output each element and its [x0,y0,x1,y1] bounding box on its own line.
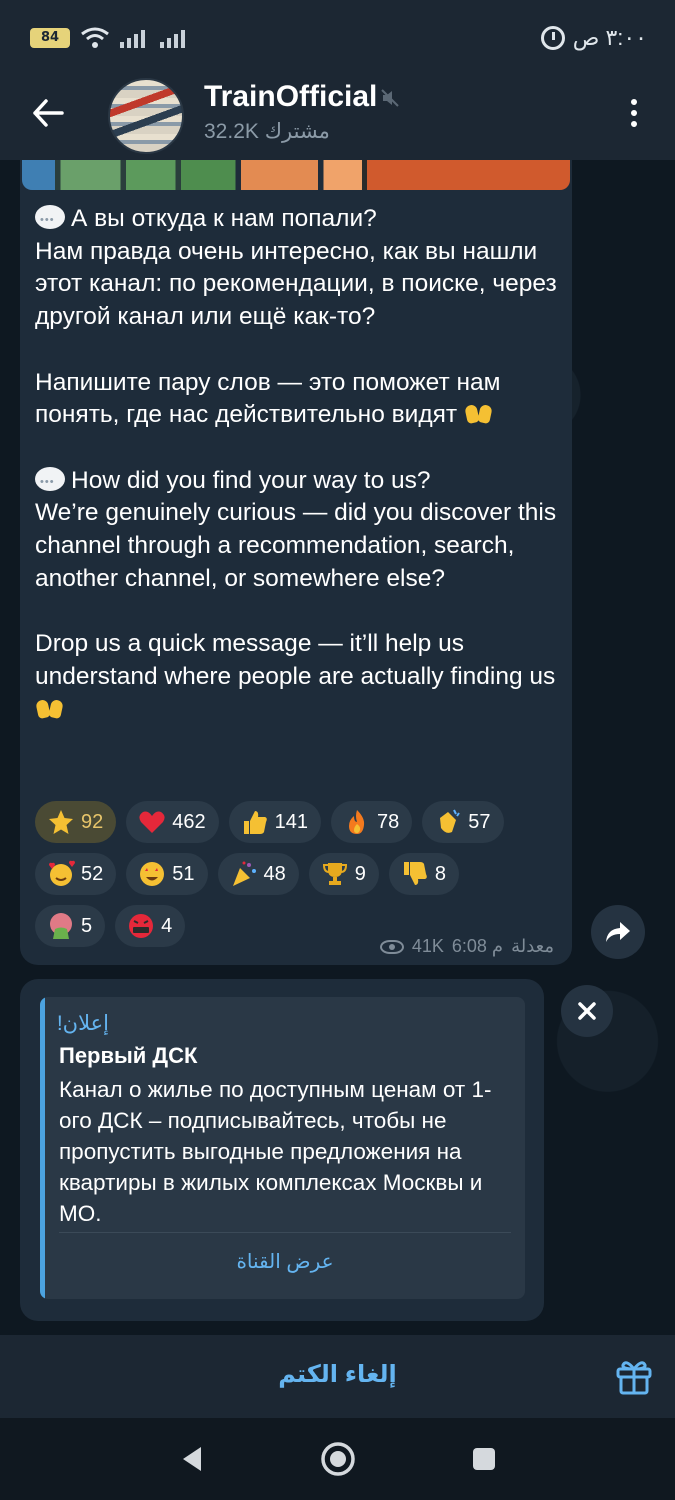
reaction-clap[interactable]: 57 [422,801,504,843]
reactions-row: 92 462 141 78 57 [35,801,565,843]
heart-icon [138,808,166,836]
share-button[interactable] [591,905,645,959]
system-nav-bar [0,1418,675,1500]
trophy-icon [321,860,349,888]
star-icon [47,808,75,836]
reaction-count: 4 [161,914,173,937]
ad-card[interactable]: إعلان! Первый ДСК Канал о жилье по досту… [40,997,525,1299]
reaction-party-popper[interactable]: 48 [217,853,299,895]
reaction-count: 57 [468,810,491,833]
reaction-star[interactable]: 92 [35,801,117,843]
channel-title[interactable]: TrainOfficial [204,80,377,114]
subscriber-count: 32.2K مشترك [204,120,330,143]
reaction-heart[interactable]: 462 [126,801,219,843]
post-paragraph: Drop us a quick message — it’ll help us … [35,628,565,726]
thumbs-up-icon [241,808,269,836]
close-ad-button[interactable] [561,985,613,1037]
dot [631,99,637,105]
post-paragraph-text: How did you find your way to us? We’re g… [35,466,557,592]
gift-icon [616,1361,652,1395]
fire-icon [343,808,371,836]
star-struck-icon [138,860,166,888]
status-bar: 84 ٣:٠٠ ص [0,0,675,75]
reaction-count: 52 [81,862,104,885]
nav-recents-icon[interactable] [469,1444,499,1474]
channel-post[interactable]: А вы откуда к нам попали? Нам правда оче… [20,160,572,965]
wifi-icon [81,27,109,48]
unmute-button[interactable]: إلغاء الكتم [0,1335,675,1418]
reaction-count: 141 [274,810,308,833]
ad-text: Канал о жилье по доступным ценам от 1-ог… [59,1077,492,1226]
reaction-count: 462 [172,810,206,833]
raising-hands-icon [35,694,65,720]
post-paragraph-text: А вы откуда к нам попали? Нам правда оче… [35,205,557,331]
reactions-list: 92 462 141 78 57 52 51 48 9 8 5 4 [35,801,565,957]
clap-icon [434,808,462,836]
reaction-count: 9 [354,862,366,885]
chat-header: TrainOfficial 32.2K مشترك [0,75,675,160]
reaction-thumbs-up[interactable]: 141 [228,801,321,843]
ad-title: Первый ДСК [59,1043,198,1068]
divider [59,1232,511,1233]
back-button[interactable] [24,89,72,137]
post-paragraph-text: Drop us a quick message — it’ll help us … [35,630,556,690]
signal-icon [120,29,145,48]
reaction-count: 5 [81,914,93,937]
more-options-button[interactable] [612,89,656,137]
smiling-hearts-icon [47,860,75,888]
post-image[interactable] [22,160,570,190]
reaction-smiling-hearts[interactable]: 52 [35,853,117,895]
cursing-icon [127,912,155,940]
close-icon [578,1002,596,1020]
status-time: ٣:٠٠ ص [572,24,647,50]
dot [631,110,637,116]
reaction-thumbs-down[interactable]: 8 [388,853,459,895]
reaction-count: 48 [263,862,286,885]
dot [631,121,637,127]
channel-avatar[interactable] [108,78,184,154]
view-count: 41K [411,936,444,956]
gift-button[interactable] [612,1357,656,1397]
post-meta: 41K 6:08 م معدلة [379,936,554,957]
party-popper-icon [230,860,258,888]
bottom-bar: إلغاء الكتم [0,1335,675,1418]
nav-home-icon[interactable] [320,1441,356,1477]
reaction-cursing[interactable]: 4 [115,905,186,947]
edited-label: معدلة [511,936,554,956]
reaction-count: 92 [81,810,104,833]
vomit-icon [47,912,75,940]
ad-label: إعلان! [56,1012,109,1035]
post-paragraph: Напишите пару слов — это поможет нам пон… [35,367,565,432]
arrow-left-icon [33,99,64,127]
reaction-vomit[interactable]: 5 [35,905,106,947]
alarm-icon [540,25,565,50]
speech-bubble-icon [35,204,65,237]
reaction-star-struck[interactable]: 51 [126,853,208,895]
share-arrow-icon [606,922,630,942]
reaction-count: 51 [172,862,195,885]
reaction-trophy[interactable]: 9 [308,853,379,895]
post-paragraph-text: Напишите пару слов — это поможет нам пон… [35,368,501,429]
reaction-fire[interactable]: 78 [331,801,413,843]
post-text: А вы откуда к нам попали? Нам правда оче… [35,203,565,726]
post-paragraph: How did you find your way to us? We’re g… [35,465,565,596]
battery-icon: 84 [30,27,70,48]
sponsored-message: إعلان! Первый ДСК Канал о жилье по досту… [20,979,544,1321]
muted-icon [381,89,399,107]
reactions-row: 52 51 48 9 8 [35,853,565,895]
post-time: 6:08 م [451,936,504,956]
nav-back-icon[interactable] [177,1444,207,1474]
signal-icon-2 [160,29,185,48]
view-channel-button[interactable]: عرض القناة [40,1249,525,1274]
eye-icon [379,939,404,954]
thumbs-down-icon [401,860,429,888]
speech-bubble-icon [35,466,65,498]
raising-hands-icon [464,399,494,425]
reaction-count: 8 [434,862,446,885]
post-paragraph: А вы откуда к нам попали? Нам правда оче… [35,203,565,334]
reaction-count: 78 [377,810,400,833]
